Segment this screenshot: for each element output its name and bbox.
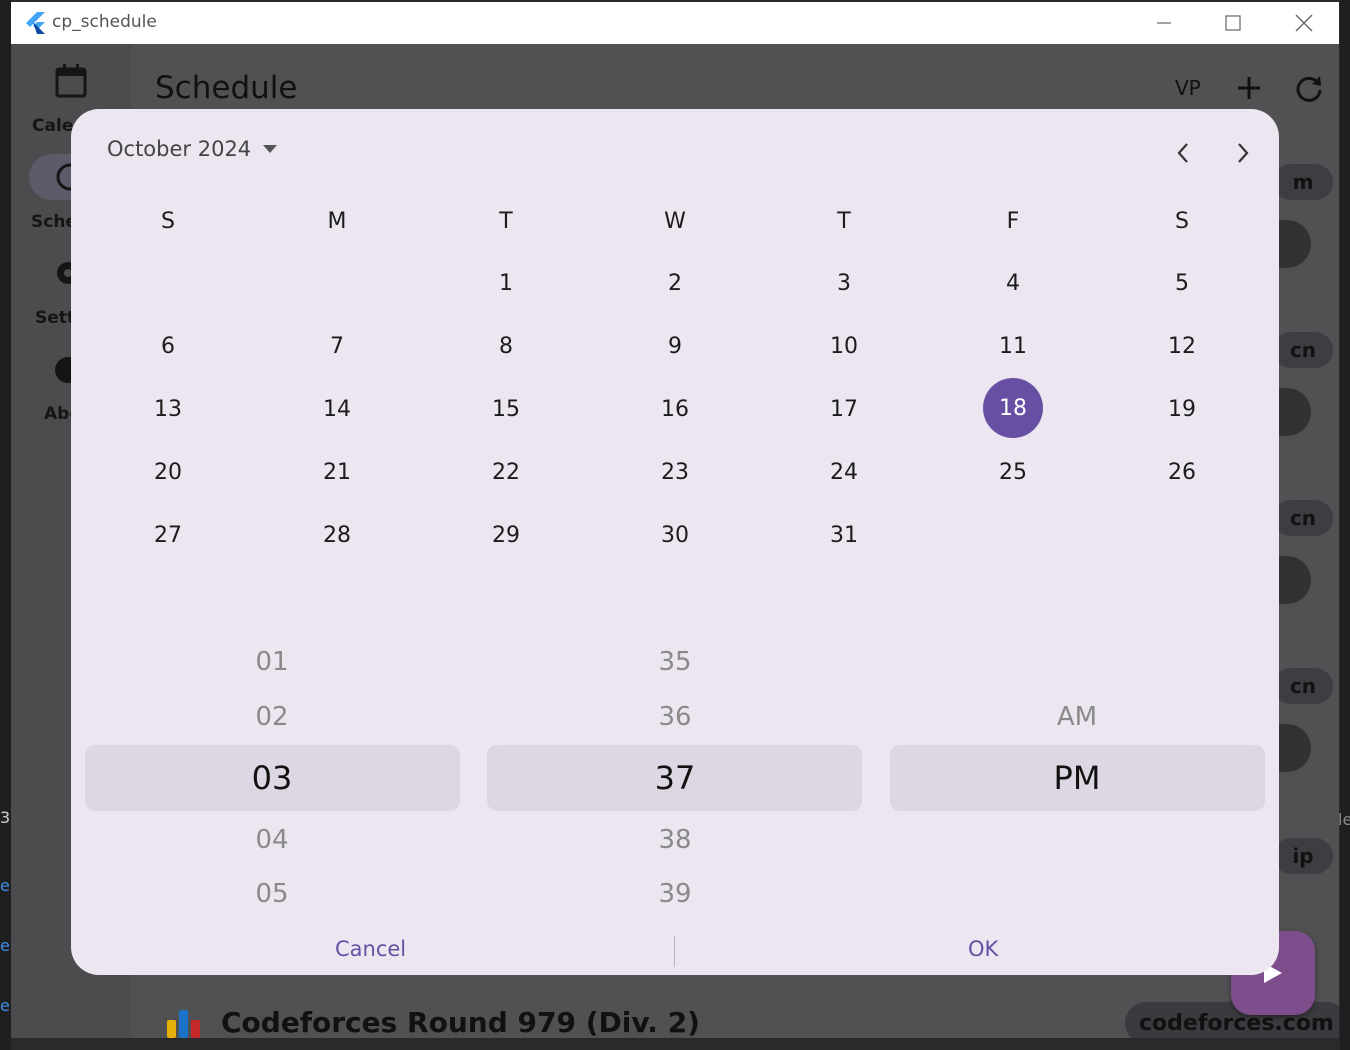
weekday-label: T — [837, 209, 851, 234]
weekday-label: T — [499, 209, 513, 234]
day-cell[interactable]: 11 — [983, 316, 1043, 376]
minimize-icon — [1157, 22, 1171, 24]
weekday-label: M — [327, 209, 347, 234]
selected-minute[interactable]: 37 — [645, 759, 705, 797]
close-icon — [1295, 14, 1313, 32]
maximize-button[interactable] — [1211, 6, 1255, 40]
date-time-picker-dialog: October 2024 S M T W T F S 1 2 3 4 5 6 7… — [71, 109, 1279, 975]
day-cell[interactable]: 12 — [1152, 316, 1212, 376]
day-cell[interactable]: 10 — [814, 316, 874, 376]
day-cell[interactable]: 30 — [645, 505, 705, 565]
ok-button[interactable]: OK — [968, 937, 998, 961]
left-edge-fragment: 3 — [0, 808, 11, 827]
day-cell[interactable]: 19 — [1152, 379, 1212, 439]
day-cell[interactable]: 22 — [476, 442, 536, 502]
maximize-icon — [1225, 15, 1241, 31]
weekday-label: W — [664, 209, 686, 234]
chevron-right-icon — [1238, 143, 1249, 163]
day-cell[interactable]: 21 — [307, 442, 367, 502]
card-chip: m — [1273, 164, 1333, 200]
right-screen-edge — [1340, 0, 1350, 1050]
day-cell[interactable]: 3 — [814, 253, 874, 313]
day-cell[interactable]: 29 — [476, 505, 536, 565]
weekday-label: S — [161, 209, 175, 234]
page-title: Schedule — [155, 70, 298, 106]
rail-label-calendar[interactable]: Cale — [32, 116, 73, 136]
day-cell[interactable]: 26 — [1152, 442, 1212, 502]
hour-option[interactable]: 02 — [242, 702, 302, 732]
selected-day-cell[interactable]: 18 — [983, 378, 1043, 438]
hour-option[interactable]: 05 — [242, 879, 302, 909]
card-chip: ip — [1273, 838, 1333, 874]
day-cell[interactable]: 16 — [645, 379, 705, 439]
rail-label-settings[interactable]: Sett — [35, 308, 75, 328]
window-title: cp_schedule — [52, 12, 157, 32]
month-year-selector[interactable]: October 2024 — [107, 137, 278, 161]
day-cell[interactable]: 7 — [307, 316, 367, 376]
next-month-button[interactable] — [1223, 133, 1263, 173]
minute-option[interactable]: 38 — [645, 825, 705, 855]
minute-option[interactable]: 36 — [645, 702, 705, 732]
refresh-icon[interactable] — [1294, 73, 1324, 103]
month-year-label: October 2024 — [107, 137, 252, 161]
flutter-logo-icon — [26, 12, 45, 34]
previous-month-button[interactable] — [1163, 133, 1203, 173]
day-cell[interactable]: 14 — [307, 379, 367, 439]
minute-option[interactable]: 39 — [645, 879, 705, 909]
minimize-button[interactable] — [1142, 6, 1186, 40]
codeforces-logo-icon — [167, 1009, 200, 1038]
action-divider — [674, 936, 675, 967]
card-chip: cn — [1273, 332, 1333, 368]
day-cell[interactable]: 20 — [138, 442, 198, 502]
day-cell[interactable]: 13 — [138, 379, 198, 439]
hour-option[interactable]: 01 — [242, 647, 302, 677]
close-window-button[interactable] — [1282, 6, 1326, 40]
vp-button[interactable]: VP — [1175, 76, 1201, 100]
selected-hour[interactable]: 03 — [242, 759, 302, 797]
day-cell[interactable]: 15 — [476, 379, 536, 439]
day-cell[interactable]: 23 — [645, 442, 705, 502]
right-edge-fragment: le — [1338, 810, 1350, 829]
day-cell[interactable]: 6 — [138, 316, 198, 376]
weekday-label: S — [1175, 209, 1189, 234]
day-cell[interactable]: 5 — [1152, 253, 1212, 313]
day-cell[interactable]: 2 — [645, 253, 705, 313]
bottom-contest-row[interactable]: Codeforces Round 979 (Div. 2) — [165, 1006, 700, 1038]
day-cell[interactable]: 8 — [476, 316, 536, 376]
cancel-button[interactable]: Cancel — [335, 937, 406, 961]
calendar-icon[interactable] — [55, 64, 87, 98]
dropdown-arrow-icon — [263, 145, 278, 153]
day-cell[interactable]: 24 — [814, 442, 874, 502]
day-cell[interactable]: 17 — [814, 379, 874, 439]
day-cell[interactable]: 31 — [814, 505, 874, 565]
card-chip: cn — [1273, 500, 1333, 536]
day-cell[interactable]: 25 — [983, 442, 1043, 502]
weekday-label: F — [1006, 209, 1020, 234]
day-cell[interactable]: 28 — [307, 505, 367, 565]
add-icon[interactable] — [1236, 75, 1262, 101]
chevron-left-icon — [1177, 143, 1188, 163]
card-chip: cn — [1273, 668, 1333, 704]
minute-option[interactable]: 35 — [645, 647, 705, 677]
day-cell[interactable]: 4 — [983, 253, 1043, 313]
day-cell[interactable]: 9 — [645, 316, 705, 376]
period-option[interactable]: AM — [1047, 702, 1107, 732]
contest-title: Codeforces Round 979 (Div. 2) — [221, 1006, 700, 1038]
title-bar: cp_schedule — [11, 2, 1339, 44]
day-cell[interactable]: 27 — [138, 505, 198, 565]
day-cell[interactable]: 1 — [476, 253, 536, 313]
hour-option[interactable]: 04 — [242, 825, 302, 855]
selected-period[interactable]: PM — [1047, 759, 1107, 797]
